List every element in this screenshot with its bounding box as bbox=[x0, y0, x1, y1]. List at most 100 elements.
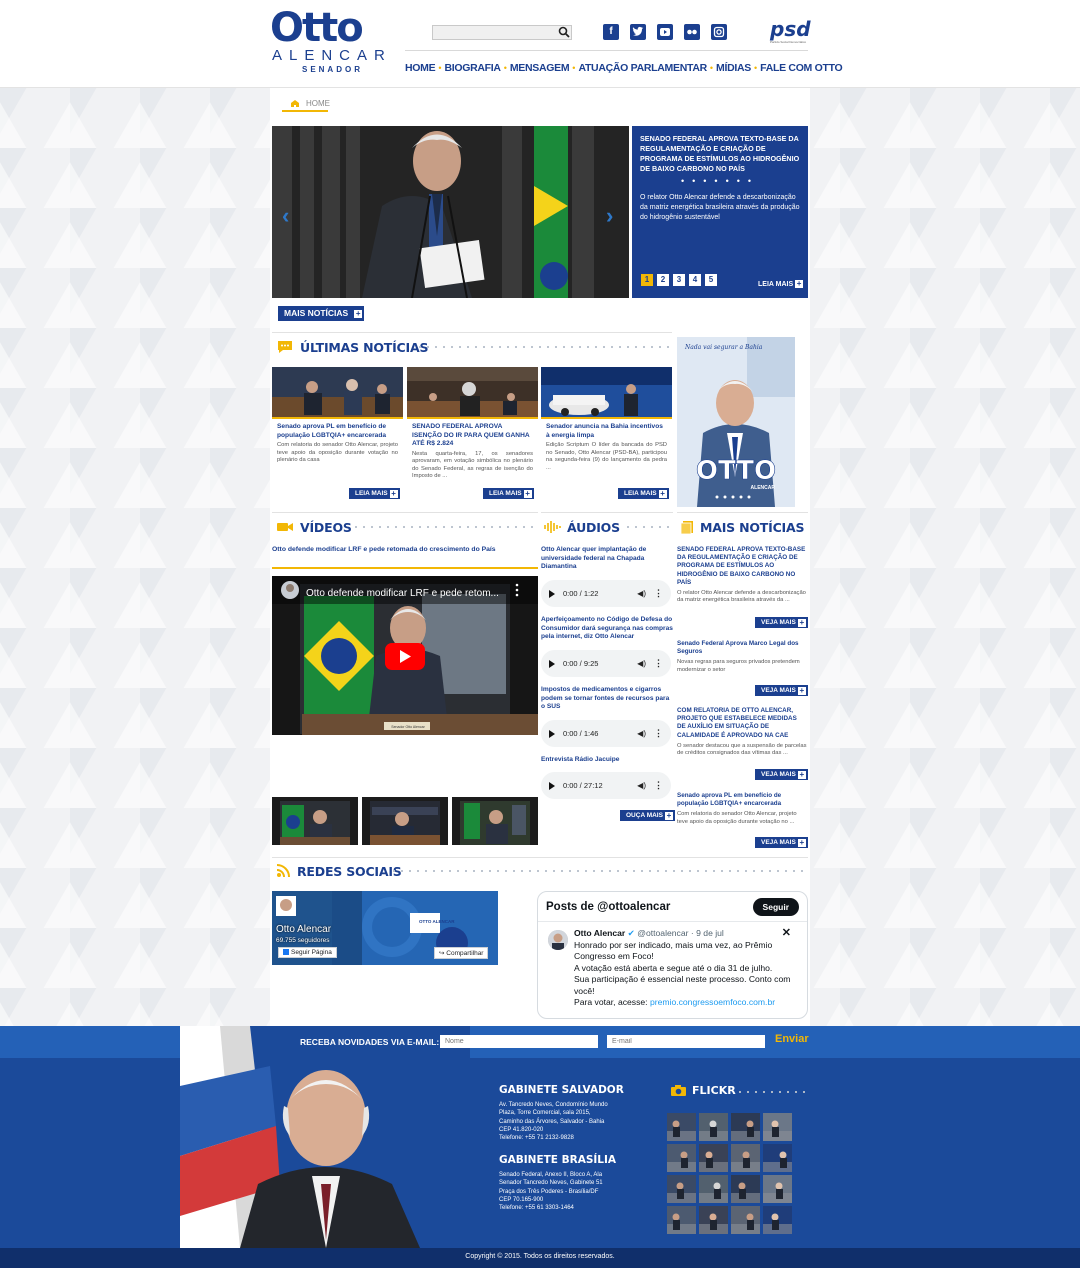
flickr-photo[interactable] bbox=[699, 1144, 728, 1172]
more-news-item-title[interactable]: SENADO FEDERAL APROVA TEXTO-BASE DA REGU… bbox=[677, 546, 807, 587]
see-more-button[interactable]: VEJA MAIS + bbox=[755, 769, 808, 780]
twitter-icon[interactable] bbox=[630, 24, 646, 40]
video-caption[interactable]: Otto defende modificar LRF e pede retoma… bbox=[272, 546, 496, 553]
play-icon[interactable] bbox=[549, 589, 555, 598]
video-thumbnail[interactable] bbox=[362, 797, 448, 845]
more-options-icon[interactable]: ⋮ bbox=[654, 588, 663, 599]
more-news-item-title[interactable]: Senado aprova PL em benefício de populaç… bbox=[677, 792, 807, 808]
flickr-photo[interactable] bbox=[731, 1113, 760, 1141]
audio-title[interactable]: Entrevista Rádio Jacuipe bbox=[541, 756, 673, 765]
newsletter-send-button[interactable]: Enviar bbox=[775, 1033, 809, 1045]
flickr-photo[interactable] bbox=[699, 1206, 728, 1234]
slider-image[interactable] bbox=[272, 126, 629, 298]
news-card[interactable]: Senador anuncia na Bahia incentivos à en… bbox=[541, 367, 672, 472]
audio-title[interactable]: Aperfeiçoamento no Código de Defesa do C… bbox=[541, 616, 673, 642]
nav-item-atuacao[interactable]: ATUAÇÃO PARLAMENTAR bbox=[578, 62, 707, 74]
slider-next-arrow[interactable]: › bbox=[606, 205, 620, 227]
audio-title[interactable]: Otto Alencar quer implantação de univers… bbox=[541, 546, 673, 572]
play-icon[interactable] bbox=[549, 659, 555, 668]
volume-icon[interactable]: ◀) bbox=[637, 589, 646, 598]
news-card[interactable]: Senado aprova PL em benefício de populaç… bbox=[272, 367, 403, 465]
nav-item-midias[interactable]: MÍDIAS bbox=[716, 62, 751, 74]
more-options-icon[interactable]: ⋮ bbox=[654, 658, 663, 669]
volume-icon[interactable]: ◀) bbox=[637, 781, 646, 790]
listen-more-button[interactable]: OUÇA MAIS + bbox=[620, 810, 675, 821]
see-more-button[interactable]: VEJA MAIS + bbox=[755, 617, 808, 628]
more-news-item-title[interactable]: COM RELATORIA DE OTTO ALENCAR, PROJETO Q… bbox=[677, 707, 807, 740]
flickr-photo[interactable] bbox=[731, 1144, 760, 1172]
audio-title[interactable]: Impostos de medicamentos e cigarros pode… bbox=[541, 686, 673, 712]
more-options-icon[interactable]: ⋮ bbox=[654, 780, 663, 791]
search-input[interactable] bbox=[432, 25, 572, 40]
nav-item-home[interactable]: HOME bbox=[405, 62, 436, 74]
audio-player[interactable]: 0:00 / 1:46 ◀) ⋮ bbox=[541, 720, 671, 747]
search-icon[interactable] bbox=[556, 25, 572, 40]
more-options-icon[interactable]: ⋮ bbox=[654, 728, 663, 739]
slider-page-3[interactable]: 3 bbox=[673, 274, 685, 286]
facebook-share-button[interactable]: ↪ Compartilhar bbox=[434, 947, 489, 959]
nav-item-biografia[interactable]: BIOGRAFIA bbox=[444, 62, 501, 74]
twitter-timeline-widget[interactable]: Posts de @ottoalencar Seguir ✕ Otto Alen… bbox=[537, 891, 808, 1019]
flickr-photo[interactable] bbox=[667, 1113, 696, 1141]
news-card[interactable]: SENADO FEDERAL APROVA ISENÇÃO DO IR PARA… bbox=[407, 367, 538, 481]
play-icon[interactable] bbox=[549, 729, 555, 738]
more-news-item-title[interactable]: Senado Federal Aprova Marco Legal dos Se… bbox=[677, 640, 807, 656]
campaign-banner[interactable]: Nada vai segurar a Bahia OTTO ALENCAR bbox=[677, 337, 795, 507]
news-title[interactable]: Senador anuncia na Bahia incentivos à en… bbox=[541, 423, 672, 440]
audio-player[interactable]: 0:00 / 9:25 ◀) ⋮ bbox=[541, 650, 671, 677]
flickr-photo[interactable] bbox=[699, 1113, 728, 1141]
flickr-photo[interactable] bbox=[763, 1144, 792, 1172]
video-thumbnail[interactable] bbox=[272, 797, 358, 845]
news-title[interactable]: Senado aprova PL em benefício de populaç… bbox=[272, 423, 403, 440]
see-more-button[interactable]: VEJA MAIS + bbox=[755, 685, 808, 696]
flickr-photo[interactable] bbox=[699, 1175, 728, 1203]
slider-headline[interactable]: SENADO FEDERAL APROVA TEXTO-BASE DA REGU… bbox=[640, 134, 800, 174]
more-news-button[interactable]: MAIS NOTÍCIAS + bbox=[278, 306, 365, 321]
flickr-photo[interactable] bbox=[667, 1144, 696, 1172]
instagram-icon[interactable] bbox=[711, 24, 727, 40]
flickr-photo[interactable] bbox=[667, 1206, 696, 1234]
newsletter-email-input[interactable] bbox=[607, 1035, 765, 1048]
flickr-photo[interactable] bbox=[763, 1175, 792, 1203]
flickr-photo[interactable] bbox=[731, 1206, 760, 1234]
tweet[interactable]: ✕ Otto Alencar ✔ @ottoalencar · 9 de jul… bbox=[538, 922, 807, 1009]
facebook-page-name[interactable]: Otto Alencar bbox=[276, 924, 331, 935]
party-logo[interactable]: psd Partido Social Democrático bbox=[770, 18, 811, 46]
news-image[interactable] bbox=[272, 367, 403, 419]
slider-page-1[interactable]: 1 bbox=[641, 274, 653, 286]
slider-prev-arrow[interactable]: ‹ bbox=[282, 205, 296, 227]
news-image[interactable] bbox=[541, 367, 672, 419]
video-thumbnail[interactable] bbox=[452, 797, 538, 845]
nav-item-mensagem[interactable]: MENSAGEM bbox=[510, 62, 570, 74]
x-logo-icon[interactable]: ✕ bbox=[782, 927, 791, 940]
facebook-follow-button[interactable]: Seguir Página bbox=[278, 947, 337, 958]
site-logo[interactable]: Otto ALENCAR SENADOR bbox=[270, 8, 395, 78]
flickr-photo[interactable] bbox=[763, 1113, 792, 1141]
flickr-icon[interactable] bbox=[684, 24, 700, 40]
flickr-photo[interactable] bbox=[731, 1175, 760, 1203]
avatar[interactable] bbox=[548, 930, 568, 950]
read-more-button[interactable]: LEIA MAIS + bbox=[483, 488, 534, 499]
facebook-icon[interactable]: f bbox=[603, 24, 619, 40]
youtube-video-player[interactable]: Senador Otto Alencar Otto defende modifi… bbox=[272, 576, 538, 735]
slider-page-4[interactable]: 4 bbox=[689, 274, 701, 286]
slider-read-more[interactable]: LEIA MAIS + bbox=[758, 280, 804, 288]
facebook-page-widget[interactable]: OTTO ALENCAR Otto Alencar 69.755 seguido… bbox=[272, 891, 498, 965]
tweet-link[interactable]: premio.congressoemfoco.com.br bbox=[650, 997, 775, 1007]
read-more-button[interactable]: LEIA MAIS + bbox=[349, 488, 400, 499]
slider-page-5[interactable]: 5 bbox=[705, 274, 717, 286]
volume-icon[interactable]: ◀) bbox=[637, 729, 646, 738]
news-title[interactable]: SENADO FEDERAL APROVA ISENÇÃO DO IR PARA… bbox=[407, 423, 538, 449]
newsletter-name-input[interactable] bbox=[440, 1035, 598, 1048]
tweet-author[interactable]: Otto Alencar bbox=[574, 928, 625, 938]
read-more-button[interactable]: LEIA MAIS + bbox=[618, 488, 669, 499]
youtube-icon[interactable] bbox=[657, 24, 673, 40]
flickr-photo[interactable] bbox=[667, 1175, 696, 1203]
play-icon[interactable] bbox=[549, 781, 555, 790]
volume-icon[interactable]: ◀) bbox=[637, 659, 646, 668]
flickr-photo[interactable] bbox=[763, 1206, 792, 1234]
audio-player[interactable]: 0:00 / 27:12 ◀) ⋮ bbox=[541, 772, 671, 799]
news-image[interactable] bbox=[407, 367, 538, 419]
audio-player[interactable]: 0:00 / 1:22 ◀) ⋮ bbox=[541, 580, 671, 607]
slider-page-2[interactable]: 2 bbox=[657, 274, 669, 286]
